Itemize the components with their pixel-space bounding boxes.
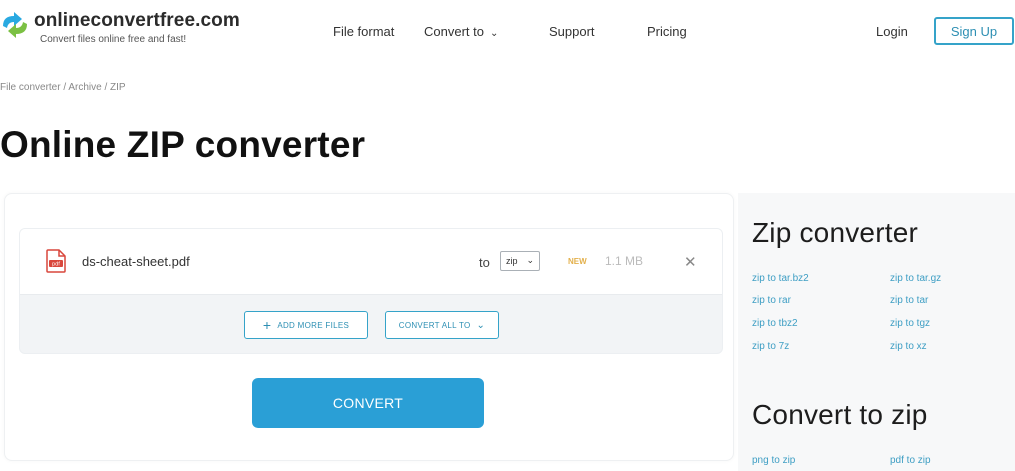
zip-converter-title: Zip converter xyxy=(752,217,918,248)
file-size: 1.1 MB xyxy=(605,254,644,268)
svg-text:pdf: pdf xyxy=(52,262,60,268)
file-list: pdf ds-cheat-sheet.pdf to zip ⌄ NEW 1.1 … xyxy=(19,228,723,354)
login-link[interactable]: Login xyxy=(876,24,908,39)
pdf-file-icon: pdf xyxy=(46,249,66,273)
link-zip-to-xz[interactable]: zip to xz xyxy=(890,341,927,352)
refresh-arrows-icon xyxy=(0,12,30,38)
convert-all-to-button[interactable]: CONVERT ALL TO ⌄ xyxy=(385,311,499,339)
link-zip-to-tar[interactable]: zip to tar xyxy=(890,295,928,306)
file-name: ds-cheat-sheet.pdf xyxy=(82,254,190,269)
format-select[interactable]: zip ⌄ xyxy=(500,251,540,271)
site-header: onlineconvertfree.com Convert files onli… xyxy=(0,0,1015,64)
page-title: Online ZIP converter xyxy=(0,124,366,165)
sidebar: Zip converter zip to tar.bz2 zip to tar.… xyxy=(738,193,1015,471)
link-zip-to-tar-bz2[interactable]: zip to tar.bz2 xyxy=(752,273,809,284)
nav-convert-to-label: Convert to xyxy=(424,24,484,39)
close-icon[interactable]: ✕ xyxy=(684,253,697,271)
to-label: to xyxy=(479,255,490,270)
convert-button[interactable]: CONVERT xyxy=(252,378,484,428)
chevron-down-icon: ⌄ xyxy=(476,319,486,331)
logo-tagline: Convert files online free and fast! xyxy=(40,34,187,45)
nav-support[interactable]: Support xyxy=(549,24,595,39)
link-zip-to-7z[interactable]: zip to 7z xyxy=(752,341,789,352)
status-badge: NEW xyxy=(568,257,587,266)
logo[interactable]: onlineconvertfree.com Convert files onli… xyxy=(0,10,240,45)
link-png-to-zip[interactable]: png to zip xyxy=(752,455,795,466)
breadcrumb[interactable]: File converter / Archive / ZIP xyxy=(0,82,126,93)
chevron-down-icon: ⌄ xyxy=(526,255,534,265)
file-row: pdf ds-cheat-sheet.pdf to zip ⌄ NEW 1.1 … xyxy=(20,229,722,295)
link-pdf-to-zip[interactable]: pdf to zip xyxy=(890,455,931,466)
converter-card: pdf ds-cheat-sheet.pdf to zip ⌄ NEW 1.1 … xyxy=(4,193,734,461)
chevron-down-icon: ⌄ xyxy=(489,28,499,39)
logo-name: onlineconvertfree.com xyxy=(34,10,240,31)
link-zip-to-tbz2[interactable]: zip to tbz2 xyxy=(752,318,798,329)
nav-convert-to[interactable]: Convert to ⌄ xyxy=(424,24,498,39)
nav-pricing[interactable]: Pricing xyxy=(647,24,687,39)
format-select-value: zip xyxy=(506,256,518,266)
link-zip-to-tar-gz[interactable]: zip to tar.gz xyxy=(890,273,941,284)
convert-all-to-label: CONVERT ALL TO xyxy=(398,320,471,330)
plus-icon: + xyxy=(262,317,272,333)
convert-to-zip-title: Convert to zip xyxy=(752,399,928,430)
link-zip-to-tgz[interactable]: zip to tgz xyxy=(890,318,930,329)
add-more-files-label: ADD MORE FILES xyxy=(277,320,350,330)
add-more-files-button[interactable]: + ADD MORE FILES xyxy=(244,311,368,339)
signup-button[interactable]: Sign Up xyxy=(934,17,1014,45)
link-zip-to-rar[interactable]: zip to rar xyxy=(752,295,791,306)
nav-file-format[interactable]: File format xyxy=(333,24,394,39)
